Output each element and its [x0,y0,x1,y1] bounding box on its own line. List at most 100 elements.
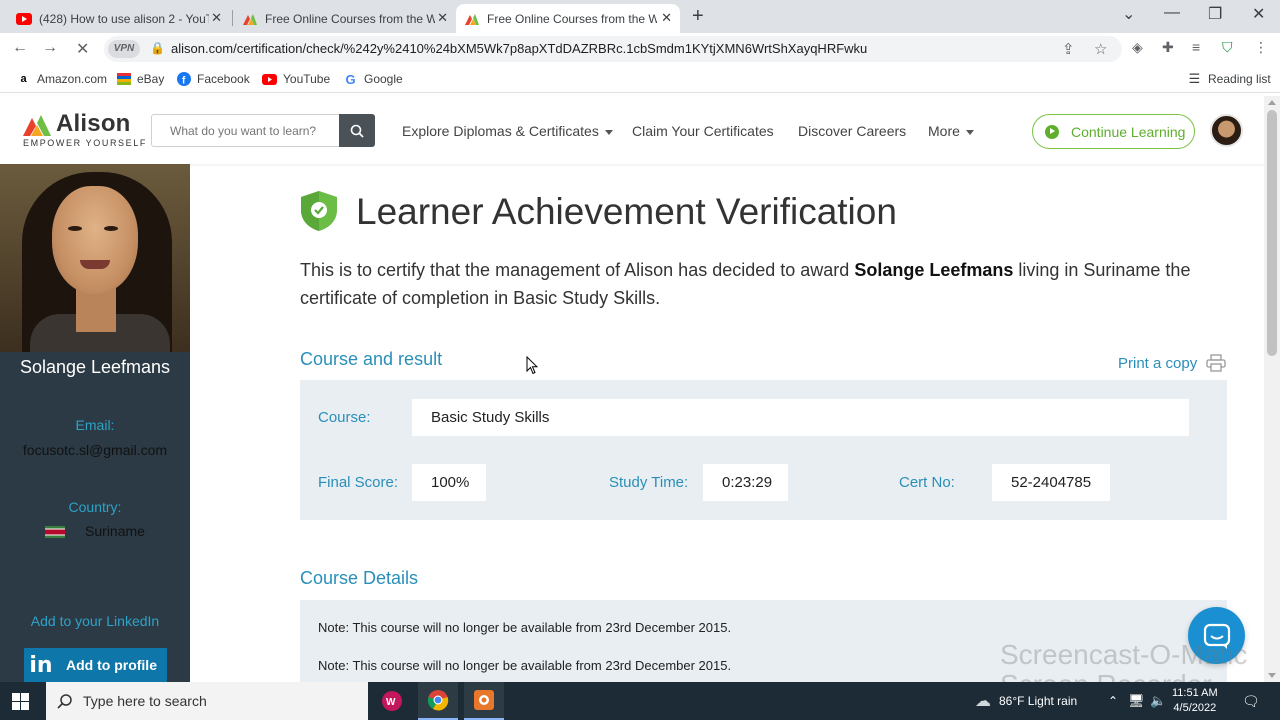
page-scrollbar[interactable] [1264,96,1280,682]
stop-loading-icon[interactable]: ✕ [76,39,89,59]
course-note: Note: This course will no longer be avai… [318,658,732,673]
chrome-icon [427,690,449,711]
suriname-flag-icon [45,526,66,539]
site-header: Alison EMPOWER YOURSELF Explore Diplomas… [0,96,1264,164]
search-icon [57,694,72,709]
lock-icon[interactable]: 🔒 [150,41,165,55]
caret-down-icon [604,129,613,135]
search-button[interactable] [339,114,375,147]
nav-more[interactable]: More [928,123,974,139]
new-tab-icon[interactable]: + [692,5,704,28]
alison-favicon-icon [242,11,258,27]
address-bar[interactable]: VPN 🔒 alison.com/certification/check/%24… [104,36,1122,62]
weather-widget[interactable]: ☁ 86°F Light rain [975,682,1077,720]
learner-profile-panel: Solange Leefmans Email: focusotc.sl@gmai… [0,164,190,682]
scroll-thumb[interactable] [1267,110,1277,356]
tab-title: Free Online Courses from the Wo [265,11,435,26]
browser-menu-icon[interactable]: ⋮ [1254,39,1268,56]
notifications-icon[interactable]: 🗨 [1242,682,1260,720]
taskbar-search[interactable]: Type here to search [46,682,368,720]
bookmark-google[interactable]: G Google [343,71,403,87]
maximize-icon[interactable]: ❐ [1208,4,1222,24]
google-icon: G [345,71,356,87]
reading-list-label: Reading list [1208,72,1271,86]
continue-learning-button[interactable]: Continue Learning [1032,114,1195,149]
bookmarks-bar: a Amazon.com eBay f Facebook YouTube G G… [0,65,1280,93]
nav-more-label: More [928,123,960,139]
reading-list[interactable]: ☰ Reading list [1187,71,1271,86]
cert-no-label: Cert No: [899,474,955,491]
reading-list-icon: ☰ [1188,71,1201,86]
close-tab-icon[interactable]: ✕ [211,10,222,26]
screen-recorder-icon [474,690,494,710]
continue-learning-label: Continue Learning [1071,123,1186,140]
close-tab-icon[interactable]: ✕ [661,10,672,26]
ebay-icon [116,72,131,86]
nav-discover-careers[interactable]: Discover Careers [798,123,906,139]
adblock-shield-icon[interactable]: ⛉ [1222,39,1233,56]
add-to-linkedin-link[interactable]: Add to your LinkedIn [0,613,190,629]
country-name: Suriname [85,523,145,539]
add-to-profile-button[interactable]: in Add to profile [24,648,167,682]
tab-search-chevron-icon[interactable]: ⌄ [1122,4,1135,24]
search-input[interactable] [152,115,340,146]
forward-icon[interactable]: → [42,39,58,57]
facebook-icon: f [176,72,191,86]
bookmark-youtube[interactable]: YouTube [262,72,330,86]
email-label: Email: [75,417,115,433]
network-icon[interactable]: 🖥 [1128,682,1145,720]
watermark-line: Screencast-O-Matic [1000,639,1248,670]
printer-icon [1206,354,1226,372]
bookmark-label: Google [364,72,403,86]
media-control-icon[interactable]: ≡ [1192,39,1200,55]
volume-icon[interactable]: 🔈 [1150,682,1166,720]
minimize-icon[interactable]: — [1164,4,1180,22]
bookmark-ebay[interactable]: eBay [116,72,164,86]
youtube-icon [16,11,32,27]
url-text[interactable]: alison.com/certification/check/%242y%241… [171,41,867,56]
scroll-up-icon[interactable] [1268,100,1276,105]
nav-claim-certificates[interactable]: Claim Your Certificates [632,123,774,139]
windows-start-icon[interactable] [12,693,29,710]
close-tab-icon[interactable]: ✕ [437,10,448,26]
study-time-value: 0:23:29 [703,464,788,501]
caret-down-icon [965,129,974,135]
course-search [151,114,375,147]
play-icon [1045,124,1059,139]
back-icon[interactable]: ← [12,39,28,57]
course-note: Note: This course will no longer be avai… [318,620,732,635]
course-value: Basic Study Skills [412,399,1189,436]
nav-explore[interactable]: Explore Diplomas & Certificates [402,123,613,139]
browser-tab-alison-2[interactable]: Free Online Courses from the Wo ✕ [456,4,680,33]
browser-tab-alison-1[interactable]: Free Online Courses from the Wo ✕ [234,4,456,33]
browser-tab-youtube[interactable]: (428) How to use alison 2 - YouTu ✕ [8,4,230,33]
taskbar-app-chrome[interactable] [418,682,458,720]
bookmark-label: Amazon.com [37,72,108,86]
alison-favicon-icon [464,11,480,27]
show-hidden-icons[interactable]: ⌃ [1108,682,1118,720]
weather-text: 86°F Light rain [999,694,1078,708]
print-copy-link[interactable]: Print a copy [1118,354,1226,372]
close-window-icon[interactable]: ✕ [1252,4,1265,24]
windows-taskbar: Type here to search W ☁ 86°F Light rain … [0,682,1280,720]
bookmark-facebook[interactable]: f Facebook [176,72,250,86]
bookmark-amazon[interactable]: a Amazon.com [16,72,107,86]
system-clock[interactable]: 11:51 AM 4/5/2022 [1172,686,1218,716]
share-icon[interactable]: ⇪ [1062,40,1075,58]
vpn-badge[interactable]: VPN [108,40,140,58]
course-result-box: Course: Basic Study Skills Final Score: … [300,380,1227,520]
bookmark-label: YouTube [283,72,331,86]
tab-title: (428) How to use alison 2 - YouTu [39,11,209,26]
bookmark-star-icon[interactable]: ☆ [1094,40,1107,58]
taskbar-search-placeholder: Type here to search [83,693,207,709]
browser-toolbar: ← → ✕ VPN 🔒 alison.com/certification/che… [0,33,1280,65]
user-avatar[interactable] [1210,114,1243,147]
statement-learner-name: Solange Leefmans [854,260,1014,280]
taskbar-app-recorder[interactable] [464,682,504,720]
learner-name: Solange Leefmans [19,357,171,377]
extension-shield-icon[interactable]: ◈ [1132,39,1143,56]
taskbar-app-purple[interactable]: W [372,682,412,720]
scroll-down-icon[interactable] [1268,673,1276,678]
extensions-puzzle-icon[interactable]: ✚ [1162,39,1174,56]
mouse-cursor-icon [526,356,538,375]
